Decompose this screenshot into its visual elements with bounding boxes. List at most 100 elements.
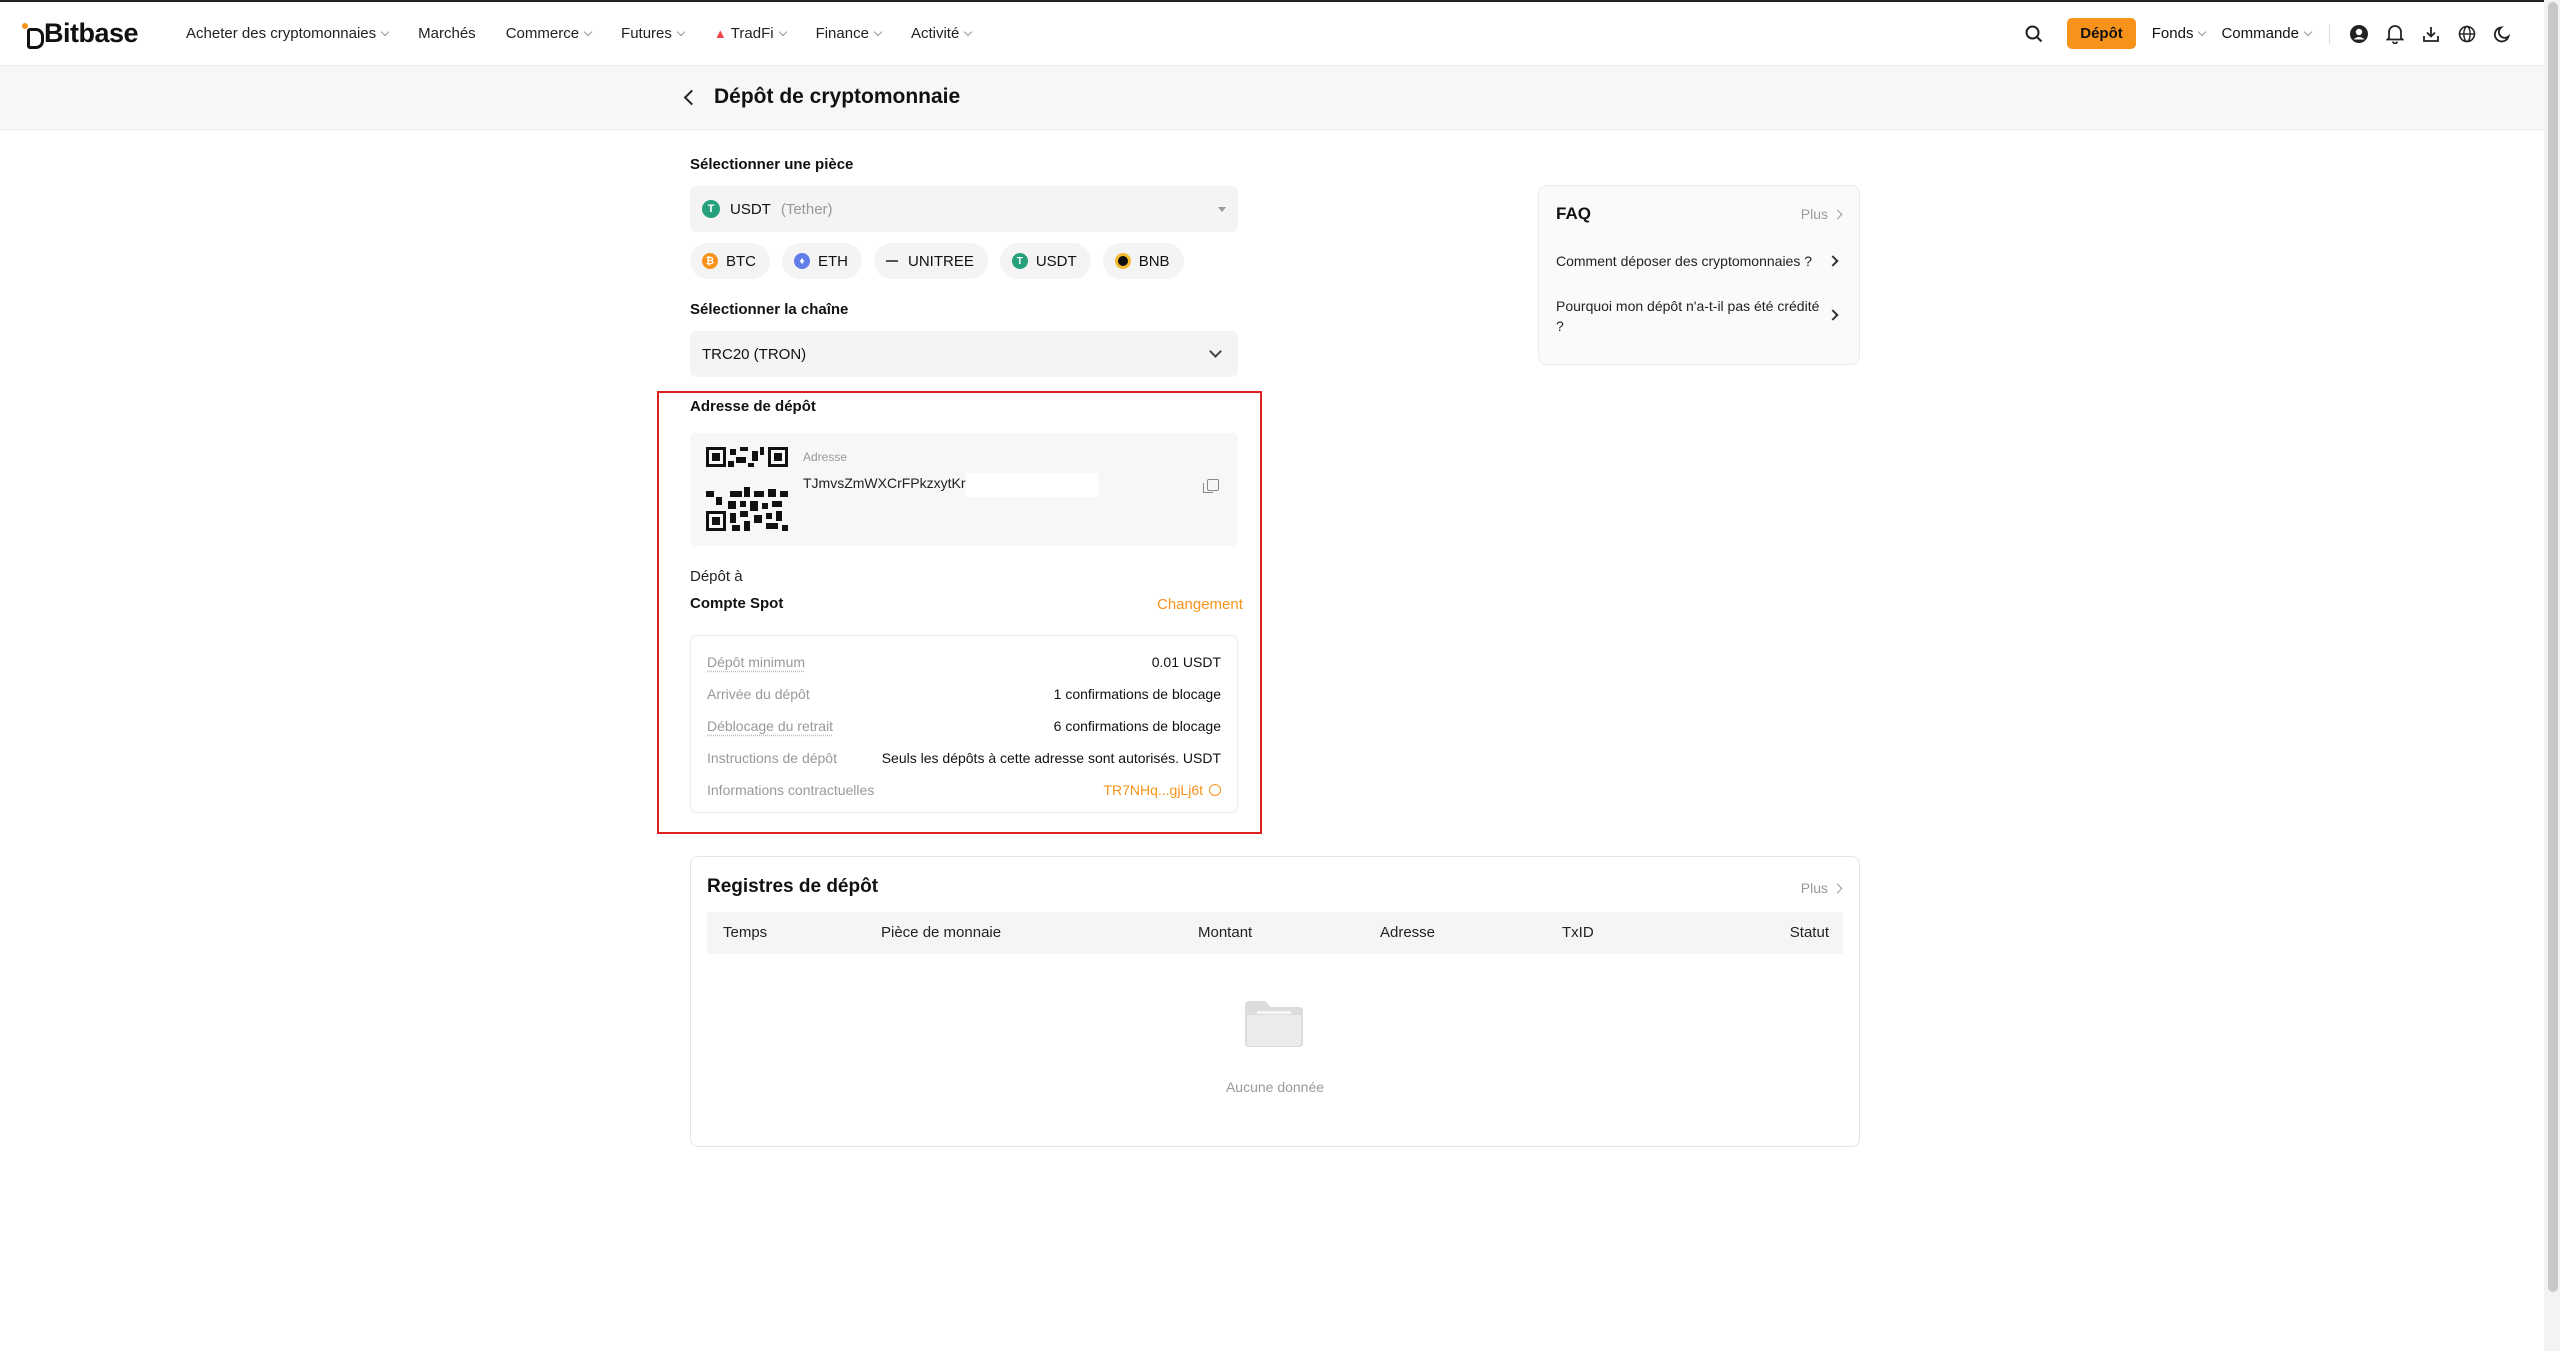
chip-bnb[interactable]: BNB <box>1102 243 1184 279</box>
info-key: Instructions de dépôt <box>707 750 837 766</box>
nav-futures[interactable]: Futures <box>621 25 686 42</box>
nav-label: Fonds <box>2151 25 2194 42</box>
chain-select-label: Sélectionner la chaîne <box>690 301 849 318</box>
chevron-down-icon <box>583 27 593 36</box>
chip-btc[interactable]: ₿ BTC <box>690 243 770 279</box>
qr-code[interactable] <box>706 447 788 531</box>
chip-label: UNITREE <box>908 252 974 270</box>
chevron-right-icon <box>1832 209 1843 219</box>
faq-panel: FAQ Plus Comment déposer des cryptomonna… <box>1538 185 1860 365</box>
flame-icon: ▲ <box>713 26 727 41</box>
empty-state-text: Aucune donnée <box>1225 1079 1325 1095</box>
nav-label: Acheter des cryptomonnaies <box>186 25 377 42</box>
usdt-icon: T <box>1011 253 1028 269</box>
logo-text: Bitbase <box>44 18 139 48</box>
nav-markets[interactable]: Marchés <box>418 25 476 42</box>
search-icon[interactable] <box>2023 23 2045 45</box>
nav-orders[interactable]: Commande <box>2221 25 2313 42</box>
address-box: Adresse TJmvsZmWXCrFPkzxytKr <box>690 433 1238 546</box>
top-navigation-bar: Bitbase Acheter des cryptomonnaies March… <box>0 0 2544 66</box>
more-label: Plus <box>1800 206 1828 222</box>
unitree-icon <box>886 260 898 262</box>
coin-name: (Tether) <box>780 200 833 218</box>
chip-usdt[interactable]: T USDT <box>999 243 1091 279</box>
quick-coin-chips: ₿ BTC ♦ ETH UNITREE T USDT BNB <box>690 243 1196 279</box>
info-key[interactable]: Dépôt minimum <box>707 654 805 670</box>
faq-title: FAQ <box>1556 204 1591 223</box>
chevron-right-icon <box>1827 309 1839 321</box>
deposit-info-box: Dépôt minimum 0.01 USDT Arrivée du dépôt… <box>690 635 1238 813</box>
coin-symbol: USDT <box>730 200 771 218</box>
chip-eth[interactable]: ♦ ETH <box>782 243 862 279</box>
records-table-header: Temps Pièce de monnaie Montant Adresse T… <box>707 912 1843 954</box>
nav-finance[interactable]: Finance <box>816 25 883 42</box>
btc-icon: ₿ <box>702 253 718 269</box>
chevron-down-icon <box>964 27 973 36</box>
nav-right: Dépôt Fonds Commande <box>2009 18 2514 49</box>
scrollbar-thumb[interactable] <box>2548 2 2558 1292</box>
empty-folder-icon <box>1243 999 1305 1049</box>
nav-label: Commerce <box>505 25 580 42</box>
bell-icon[interactable] <box>2384 23 2406 45</box>
bnb-icon <box>1114 253 1131 269</box>
faq-question[interactable]: Comment déposer des cryptomonnaies ? <box>1556 251 1826 271</box>
info-row: Informations contractuelles TR7NHq...gjL… <box>707 774 1221 806</box>
address-field-label: Adresse <box>803 450 848 464</box>
chip-label: BNB <box>1138 252 1170 270</box>
nav-activity[interactable]: Activité <box>911 25 973 42</box>
deposit-button[interactable]: Dépôt <box>2067 18 2136 49</box>
info-row: Dépôt minimum 0.01 USDT <box>707 646 1221 678</box>
coin-select[interactable]: T USDT (Tether) <box>690 186 1238 232</box>
chevron-down-icon <box>2198 27 2207 36</box>
caret-down-icon <box>1218 206 1226 212</box>
info-row: Arrivée du dépôt 1 confirmations de bloc… <box>707 678 1221 710</box>
nav-buy-crypto[interactable]: Acheter des cryptomonnaies <box>186 25 390 42</box>
deposit-records-panel: Registres de dépôt Plus Temps Pièce de m… <box>690 856 1860 1147</box>
column-header: TxID <box>1562 924 1594 941</box>
page-header: Dépôt de cryptomonnaie <box>0 66 2544 130</box>
chain-value: TRC20 (TRON) <box>702 345 807 363</box>
nav-commerce[interactable]: Commerce <box>505 25 593 42</box>
contract-link[interactable]: TR7NHq...gjLj6t <box>1103 782 1221 798</box>
nav-label: TradFi <box>730 25 774 42</box>
bitbase-logo[interactable]: Bitbase <box>22 18 139 49</box>
column-header: Statut <box>1789 924 1829 941</box>
scrollbar[interactable] <box>2544 0 2560 1351</box>
chevron-down-icon <box>873 27 883 36</box>
back-arrow-icon[interactable] <box>682 88 698 108</box>
nav-tradfi[interactable]: ▲ TradFi <box>713 25 787 42</box>
logo-mark-icon <box>22 22 44 49</box>
info-key: Informations contractuelles <box>707 782 875 798</box>
chain-select[interactable]: TRC20 (TRON) <box>690 331 1238 377</box>
chip-label: ETH <box>818 252 848 270</box>
main-nav: Acheter des cryptomonnaies Marchés Comme… <box>186 25 1001 42</box>
chip-label: BTC <box>726 252 756 270</box>
info-value: TR7NHq...gjLj6t <box>1103 782 1203 798</box>
user-icon[interactable] <box>2348 23 2370 45</box>
faq-more-link[interactable]: Plus <box>1800 206 1843 222</box>
info-value: Seuls les dépôts à cette adresse sont au… <box>881 750 1221 766</box>
column-header: Temps <box>723 924 768 941</box>
eth-icon: ♦ <box>794 253 810 269</box>
usdt-icon: T <box>702 200 720 218</box>
info-icon <box>1209 784 1221 796</box>
copy-icon[interactable] <box>1203 479 1219 493</box>
download-icon[interactable] <box>2420 23 2442 45</box>
globe-icon[interactable] <box>2456 23 2478 45</box>
info-key[interactable]: Déblocage du retrait <box>707 718 833 734</box>
moon-icon[interactable] <box>2492 23 2514 45</box>
deposit-address-label: Adresse de dépôt <box>690 398 816 415</box>
chevron-down-icon <box>778 27 787 36</box>
chip-unitree[interactable]: UNITREE <box>874 243 988 279</box>
change-account-link[interactable]: Changement <box>1157 596 1243 613</box>
faq-question[interactable]: Pourquoi mon dépôt n'a-t-il pas été créd… <box>1556 296 1826 336</box>
info-row: Déblocage du retrait 6 confirmations de … <box>707 710 1221 742</box>
records-more-link[interactable]: Plus <box>1801 880 1843 896</box>
column-header: Pièce de monnaie <box>881 924 1002 941</box>
address-value: TJmvsZmWXCrFPkzxytKr <box>803 475 966 491</box>
info-row: Instructions de dépôt Seuls les dépôts à… <box>707 742 1221 774</box>
nav-funds[interactable]: Fonds <box>2151 25 2207 42</box>
chevron-right-icon <box>1832 883 1843 893</box>
info-value: 6 confirmations de blocage <box>1053 718 1221 734</box>
nav-label: Marchés <box>418 25 476 42</box>
